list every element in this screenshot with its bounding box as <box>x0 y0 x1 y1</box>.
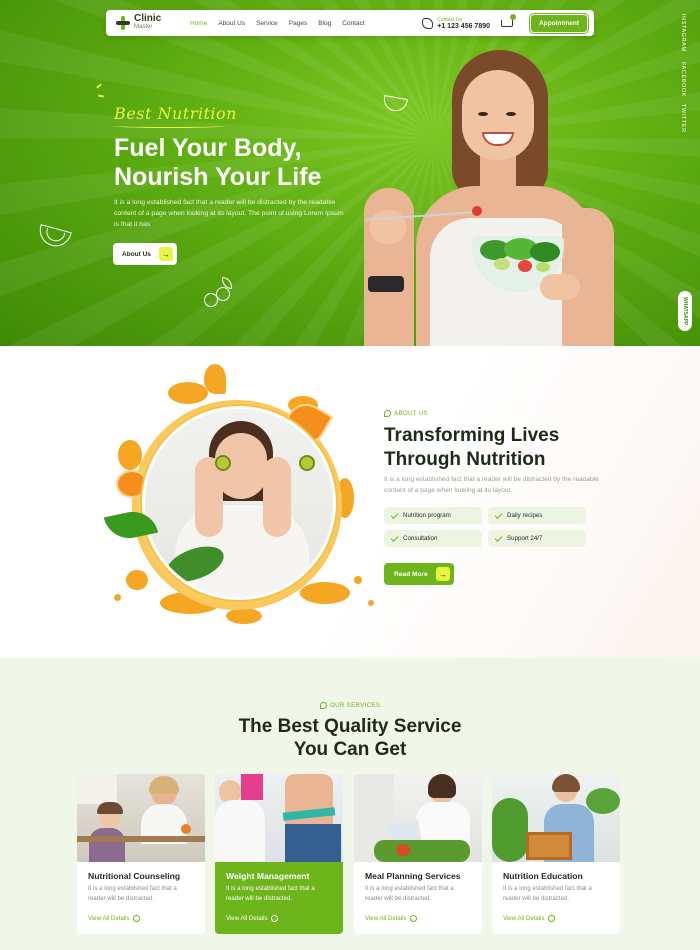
about-title: Transforming Lives Through Nutrition <box>384 425 560 470</box>
nav-item-about-us[interactable]: About Us <box>218 20 245 27</box>
services-eyebrow: OUR SERVICES <box>320 702 380 709</box>
leaf-small-icon <box>384 410 391 417</box>
kiwi-icon <box>215 455 231 471</box>
phone-icon <box>422 17 434 29</box>
view-details-link[interactable]: View All Details → <box>226 915 278 922</box>
whatsapp-side-button[interactable]: WHATSAPP <box>678 291 692 331</box>
feature-pill: Support 24/7 <box>488 530 586 547</box>
nav-item-service[interactable]: Service <box>256 20 278 27</box>
logo-title: Clinic <box>134 13 162 24</box>
about-description: It is a long established fact that a rea… <box>384 476 599 494</box>
service-card[interactable]: Meal Planning Services It is a long esta… <box>354 774 482 934</box>
service-card-image <box>77 774 205 862</box>
service-card-image <box>354 774 482 862</box>
contact-phone: +1 123 456 7890 <box>437 22 490 30</box>
feature-pill: Daily recipes <box>488 507 586 524</box>
social-link-facebook[interactable]: FACEBOOK <box>680 62 686 97</box>
view-details-link[interactable]: View All Details → <box>503 915 555 922</box>
check-icon <box>494 510 503 519</box>
view-details-link[interactable]: View All Details → <box>365 915 417 922</box>
service-card-title: Nutrition Education <box>503 871 583 881</box>
services-title: The Best Quality Service You Can Get <box>238 716 462 760</box>
hero-woman-image <box>364 48 626 346</box>
watch-icon <box>368 276 404 292</box>
service-card[interactable]: Nutritional Counseling It is a long esta… <box>77 774 205 934</box>
check-icon <box>390 533 399 542</box>
logo-subtitle: Master <box>134 24 153 30</box>
hero-tagline: Best Nutrition <box>114 104 237 123</box>
read-more-button[interactable]: Read More → <box>384 563 454 585</box>
logo[interactable]: Clinic Master <box>116 13 186 31</box>
nav-item-pages[interactable]: Pages <box>289 20 307 27</box>
arrow-circle-icon: → <box>409 915 417 922</box>
service-card-desc: It is a long established fact that a rea… <box>88 885 177 902</box>
hero-headline-line2: Nourish Your Life <box>114 163 322 191</box>
top-navbar: Clinic Master Home About Us Service Page… <box>106 10 594 36</box>
arrow-right-icon: → <box>159 247 173 261</box>
check-icon <box>494 533 503 542</box>
arrow-circle-icon: → <box>132 915 140 922</box>
nav-contact[interactable]: Contact Us +1 123 456 7890 <box>422 17 490 30</box>
social-link-instagram[interactable]: INSTAGRAM <box>680 14 686 52</box>
read-more-label: Read More <box>394 570 428 578</box>
about-woman-photo <box>142 406 336 600</box>
tagline-underline <box>113 124 225 128</box>
social-link-twitter[interactable]: TWITTER <box>680 104 686 133</box>
service-card-desc: It is a long established fact that a rea… <box>226 885 315 902</box>
nav-item-home[interactable]: Home <box>190 20 207 27</box>
kiwi-icon <box>299 455 315 471</box>
feature-pill: Nutrition program <box>384 507 482 524</box>
service-card-title: Nutritional Counseling <box>88 871 181 881</box>
about-us-button[interactable]: About Us → <box>113 243 177 265</box>
about-us-button-label: About Us <box>122 250 151 258</box>
berries-outline-icon <box>200 277 238 313</box>
service-card-image <box>215 774 343 862</box>
cart-icon[interactable] <box>500 14 516 29</box>
nav-item-contact[interactable]: Contact <box>342 20 364 27</box>
arrow-circle-icon: → <box>547 915 555 922</box>
hero-description: It is a long established fact that a rea… <box>114 199 344 228</box>
service-card-image <box>492 774 620 862</box>
leaf-small-icon <box>320 702 327 709</box>
service-card[interactable]: Nutrition Education It is a long establi… <box>492 774 620 934</box>
arrow-right-icon: → <box>436 567 450 581</box>
hero-headline: Fuel Your Body, Nourish Your Life <box>114 134 374 192</box>
service-card-active[interactable]: Weight Management It is a long establish… <box>215 774 343 934</box>
main-menu: Home About Us Service Pages Blog Contact <box>190 20 365 27</box>
about-eyebrow: ABOUT US <box>384 410 428 417</box>
feature-pill: Consultation <box>384 530 482 547</box>
logo-cross-icon <box>116 16 130 30</box>
hero-section: Clinic Master Home About Us Service Page… <box>0 0 700 346</box>
service-card-desc: It is a long established fact that a rea… <box>365 885 454 902</box>
service-card-desc: It is a long established fact that a rea… <box>503 885 592 902</box>
check-icon <box>390 510 399 519</box>
nav-item-blog[interactable]: Blog <box>318 20 331 27</box>
hero-headline-line1: Fuel Your Body, <box>114 134 302 162</box>
service-card-title: Weight Management <box>226 871 310 881</box>
arrow-circle-icon: → <box>270 915 278 922</box>
service-card-title: Meal Planning Services <box>365 871 461 881</box>
view-details-link[interactable]: View All Details → <box>88 915 140 922</box>
appointment-button[interactable]: Appointment <box>530 13 588 33</box>
